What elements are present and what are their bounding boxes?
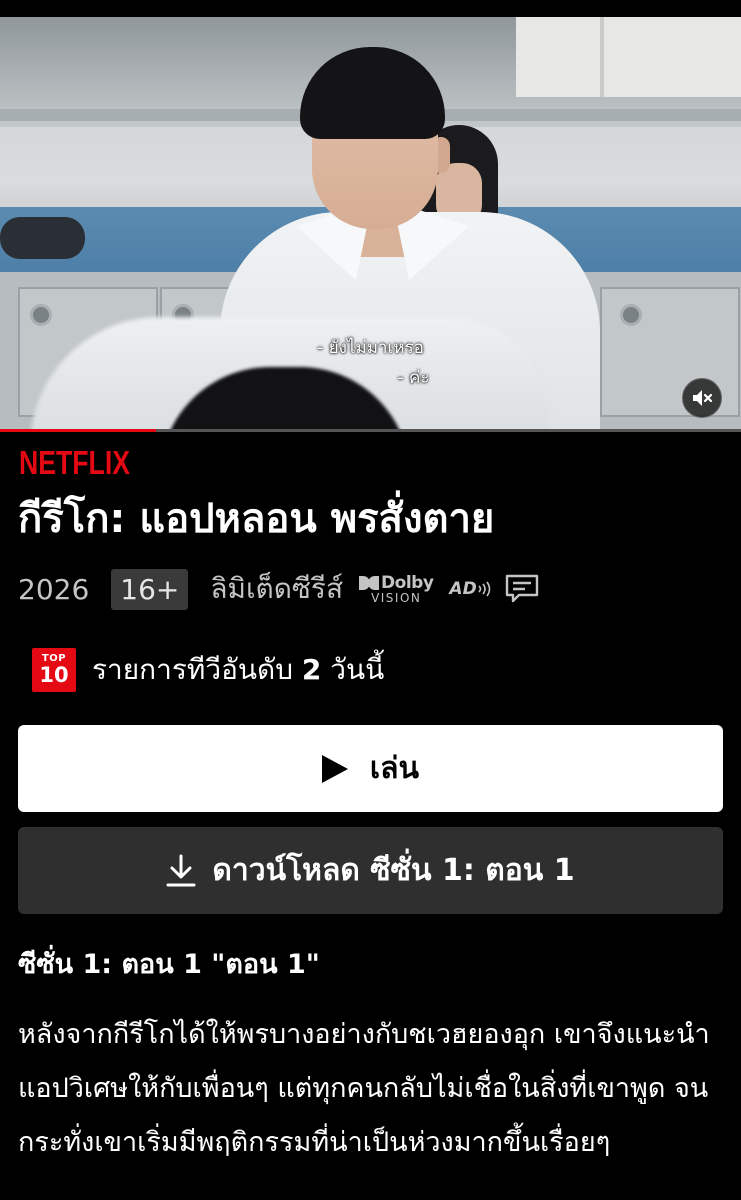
audio-description-label: AD [449, 579, 477, 599]
scene-bag [0, 217, 85, 259]
download-button[interactable]: ดาวน์โหลด ซีซั่น 1: ตอน 1 [18, 827, 723, 914]
download-icon [166, 854, 196, 886]
dolby-vision-badge: Dolby VISION [359, 573, 434, 605]
audio-description-icon [478, 581, 490, 597]
video-preview[interactable]: - ยังไม่มาเหรอ - ค่ะ [0, 17, 741, 429]
audio-description-badge: AD [449, 579, 490, 599]
top10-text: รายการทีวีอันดับ 2 วันนี้ [92, 648, 384, 692]
play-label: เล่น [369, 751, 420, 786]
subtitles: - ยังไม่มาเหรอ - ค่ะ [0, 333, 741, 393]
show-title: กีรีโก: แอปหลอน พรสั่งตาย [18, 496, 495, 542]
top10-text-prefix: รายการทีวีอันดับ [92, 653, 293, 686]
top10-badge-number: 10 [39, 663, 69, 687]
video-progress-fill [0, 429, 156, 432]
episode-title: ซีซั่น 1: ตอน 1 "ตอน 1" [18, 949, 320, 980]
vision-label: VISION [371, 591, 422, 605]
play-icon [321, 754, 348, 783]
netflix-logo: NETFLIX [19, 444, 130, 478]
speaker-muted-icon [693, 390, 713, 406]
release-year: 2026 [18, 572, 90, 606]
show-category: ลิมิเต็ดซีรีส์ [210, 572, 344, 605]
show-meta: 2026 16+ ลิมิเต็ดซีรีส์ Dolby VISION AD [18, 566, 539, 612]
episode-synopsis: หลังจากกีรีโกได้ให้พรบางอย่างกับชเวฮยองอ… [18, 1019, 710, 1158]
top10-row: TOP 10 รายการทีวีอันดับ 2 วันนี้ [32, 648, 384, 692]
dolby-icon [359, 576, 380, 590]
download-label: ดาวน์โหลด ซีซั่น 1: ตอน 1 [212, 853, 575, 888]
dolby-label: Dolby [381, 573, 434, 593]
subtitles-icon [505, 574, 538, 603]
top10-text-suffix: วันนี้ [330, 653, 385, 686]
subtitle-line: - ยังไม่มาเหรอ [317, 338, 424, 358]
top10-icon: TOP 10 [32, 648, 76, 692]
maturity-rating-badge: 16+ [111, 568, 189, 610]
scene-board-divider [600, 17, 604, 97]
netflix-logo-text: NETFLIX [19, 444, 130, 478]
scene-board [516, 17, 741, 97]
subtitle-line: - ค่ะ [397, 368, 430, 388]
mute-button[interactable] [682, 378, 722, 418]
top10-rank: 2 [301, 653, 322, 686]
play-button[interactable]: เล่น [18, 725, 723, 812]
video-progress-bar[interactable] [0, 429, 741, 432]
